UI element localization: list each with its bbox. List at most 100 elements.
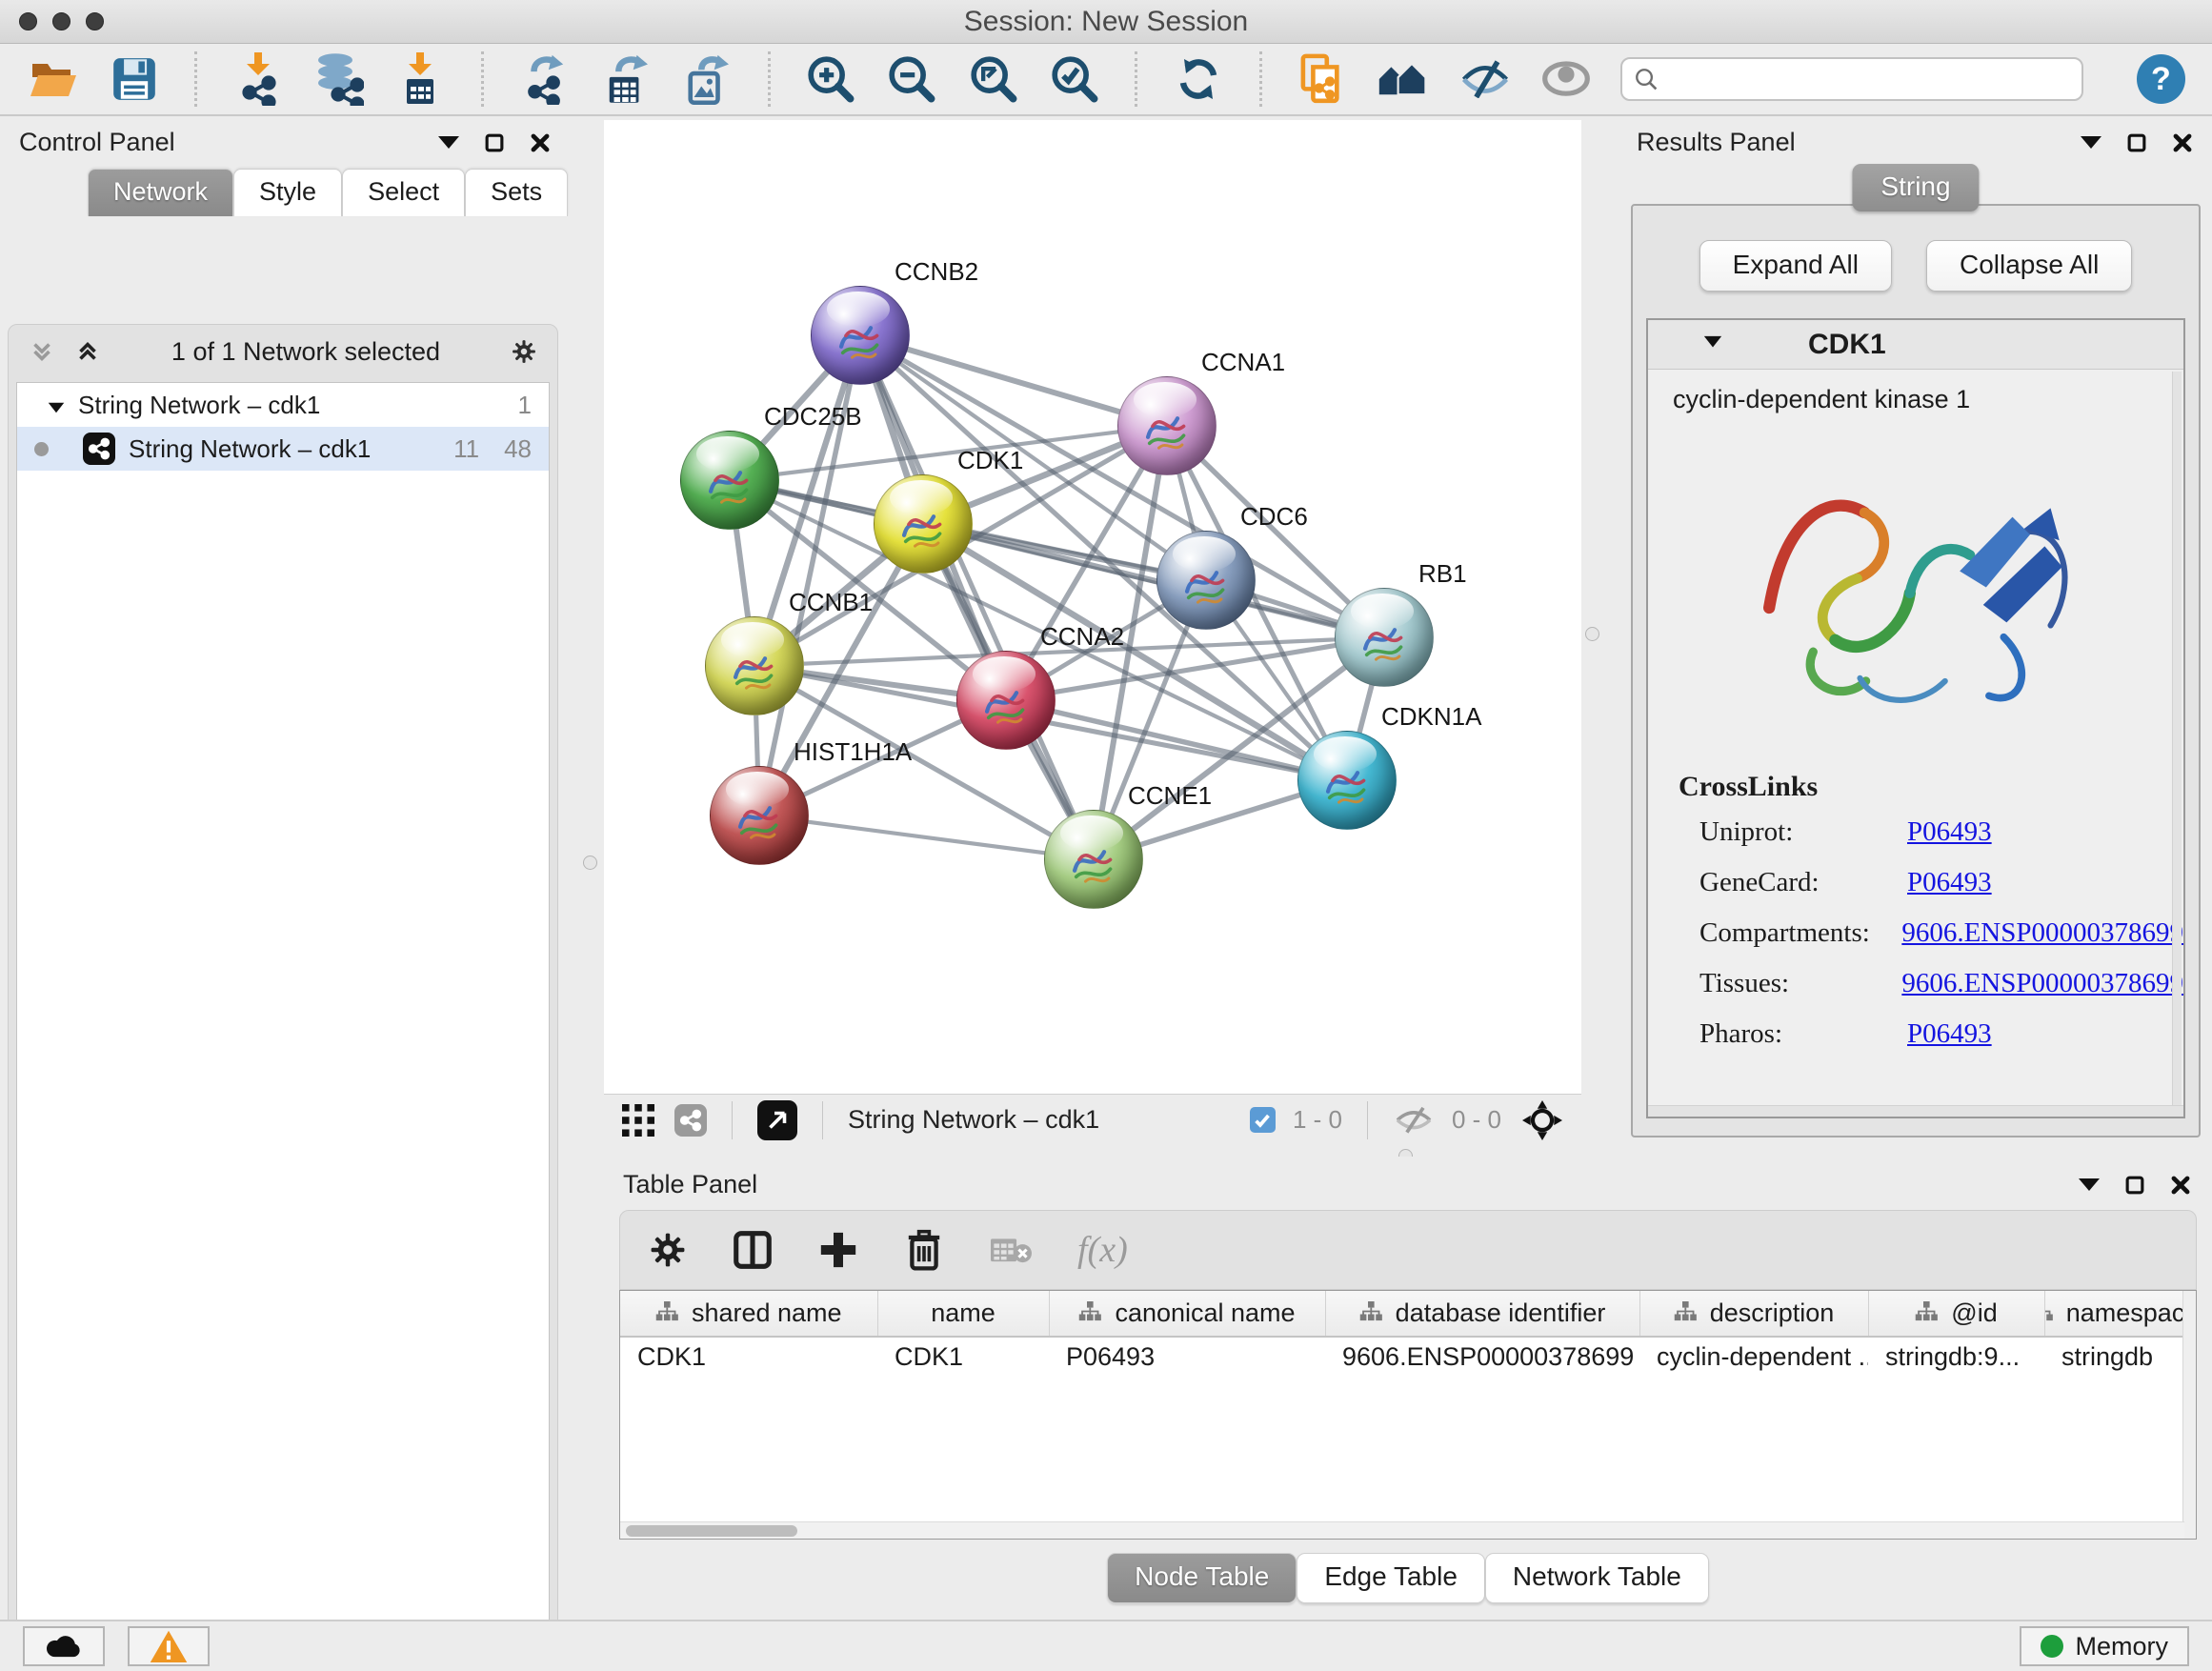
node-CDC25B[interactable] [680,431,779,530]
memory-button[interactable]: Memory [2020,1626,2189,1666]
crosslink-link[interactable]: P06493 [1907,867,1992,898]
table-cell[interactable]: stringdb:9... [1868,1337,2044,1377]
node-CCNA1[interactable] [1117,376,1217,475]
table-cell[interactable]: CDK1 [877,1337,1049,1377]
create-column-icon[interactable] [816,1238,860,1262]
import-network-from-database-icon[interactable] [313,52,366,106]
network-row[interactable]: String Network – cdk1 11 48 [17,427,549,471]
node-CDKN1A[interactable] [1297,731,1397,830]
export-image-icon[interactable] [680,52,733,106]
column-header[interactable]: name [877,1291,1049,1337]
zoom-in-icon[interactable] [805,52,857,106]
import-network-icon[interactable] [231,52,284,106]
zoom-out-icon[interactable] [886,52,938,106]
tab-select[interactable]: Select [342,169,465,216]
fit-crosshair-icon[interactable] [1518,1108,1566,1133]
node-CCNE1[interactable] [1044,810,1143,909]
tab-node-table[interactable]: Node Table [1107,1553,1297,1603]
collection-expand-icon[interactable] [48,391,65,420]
left-splitter-handle[interactable] [583,856,597,870]
column-header[interactable]: @id [1868,1291,2044,1337]
table-cell[interactable]: cyclin-dependent ... [1639,1337,1868,1377]
protein-collapse-icon[interactable] [1703,335,1722,352]
zoom-selected-icon[interactable] [1048,52,1100,106]
network-options-gear-icon[interactable] [512,339,536,364]
table-row[interactable]: CDK1CDK1P064939606.ENSP00000378699cyclin… [620,1337,2184,1377]
cloud-status-button[interactable] [23,1626,105,1666]
edge-CCNA2-CDKN1A[interactable] [1006,700,1347,780]
crosslink-link[interactable]: 9606.ENSP00000378699 [1901,968,2183,999]
show-eye-icon[interactable] [1539,52,1592,106]
copy-network-icon[interactable] [1297,52,1349,106]
open-session-icon[interactable] [27,52,79,106]
delete-column-icon[interactable] [902,1238,946,1262]
tab-style[interactable]: Style [233,169,342,216]
help-icon[interactable]: ? [2137,54,2185,104]
save-session-icon[interactable] [108,52,160,106]
crosslink-link[interactable]: P06493 [1907,816,1992,848]
warnings-button[interactable] [128,1626,210,1666]
panel-float-icon[interactable] [2124,131,2149,155]
tab-sets[interactable]: Sets [465,169,568,216]
node-CCNB1[interactable] [705,616,804,715]
crosslink-link[interactable]: 9606.ENSP00000378699 [1901,917,2183,949]
minimize-window-button[interactable] [52,12,70,30]
collapse-all-networks-icon[interactable] [30,339,54,364]
column-header[interactable]: description [1639,1291,1868,1337]
birds-eye-view-icon[interactable] [619,1108,657,1133]
selected-checkbox-icon[interactable] [1250,1107,1276,1133]
table-cell[interactable]: stringdb [2044,1337,2184,1377]
right-splitter-handle[interactable] [1585,627,1599,641]
expand-all-networks-icon[interactable] [75,339,100,364]
collapse-all-button[interactable]: Collapse All [1926,240,2132,292]
detach-view-icon[interactable] [757,1100,797,1140]
panel-close-icon[interactable] [528,131,553,155]
table-options-gear-icon[interactable] [647,1238,689,1262]
node-CDC6[interactable] [1156,531,1256,630]
edge-CCNB2-CCNE1[interactable] [860,335,1094,859]
zoom-window-button[interactable] [86,12,104,30]
panel-close-icon[interactable] [2168,1173,2193,1198]
home-string-icon[interactable] [1377,52,1430,106]
column-header[interactable]: namespace [2044,1291,2184,1337]
panel-menu-icon[interactable] [2079,131,2103,155]
tab-string-results[interactable]: String [1852,164,1979,211]
close-window-button[interactable] [19,12,37,30]
results-horizontal-scrollbar[interactable] [1648,1105,2183,1117]
table-vertical-scrollbar[interactable] [2182,1291,2196,1539]
export-network-icon[interactable] [518,52,571,106]
hide-unhide-icon[interactable] [1458,52,1511,106]
panel-menu-icon[interactable] [2077,1173,2101,1198]
expand-all-button[interactable]: Expand All [1699,240,1892,292]
crosslink-link[interactable]: P06493 [1907,1018,1992,1050]
tab-network-table[interactable]: Network Table [1485,1553,1709,1603]
panel-float-icon[interactable] [2122,1173,2147,1198]
refresh-icon[interactable] [1172,52,1224,106]
results-vertical-scrollbar[interactable] [2172,372,2182,1115]
string-view-icon[interactable] [674,1104,707,1137]
column-header[interactable]: shared name [620,1291,877,1337]
tab-edge-table[interactable]: Edge Table [1297,1553,1485,1603]
table-horizontal-scrollbar[interactable] [620,1521,2184,1539]
show-columns-icon[interactable] [731,1238,774,1262]
panel-menu-icon[interactable] [436,131,461,155]
node-HIST1H1A[interactable] [710,766,809,865]
panel-float-icon[interactable] [482,131,507,155]
network-canvas[interactable]: CCNB2CCNA1CDC25BCDK1CDC6RB1CCNB1CCNA2CDK… [604,120,1581,1094]
panel-close-icon[interactable] [2170,131,2195,155]
search-input[interactable] [1666,65,2069,94]
table-cell[interactable]: P06493 [1049,1337,1325,1377]
table-cell[interactable]: CDK1 [620,1337,877,1377]
network-collection-row[interactable]: String Network – cdk1 1 [17,383,549,427]
zoom-fit-icon[interactable] [967,52,1019,106]
table-cell[interactable]: 9606.ENSP00000378699 [1325,1337,1639,1377]
export-table-icon[interactable] [599,52,652,106]
tab-network[interactable]: Network [88,169,233,216]
node-CDK1[interactable] [874,474,973,574]
search-box[interactable] [1620,57,2082,101]
node-CCNA2[interactable] [956,651,1056,750]
column-header[interactable]: database identifier [1325,1291,1639,1337]
import-table-icon[interactable] [394,52,447,106]
node-RB1[interactable] [1335,588,1434,687]
node-CCNB2[interactable] [811,286,910,385]
